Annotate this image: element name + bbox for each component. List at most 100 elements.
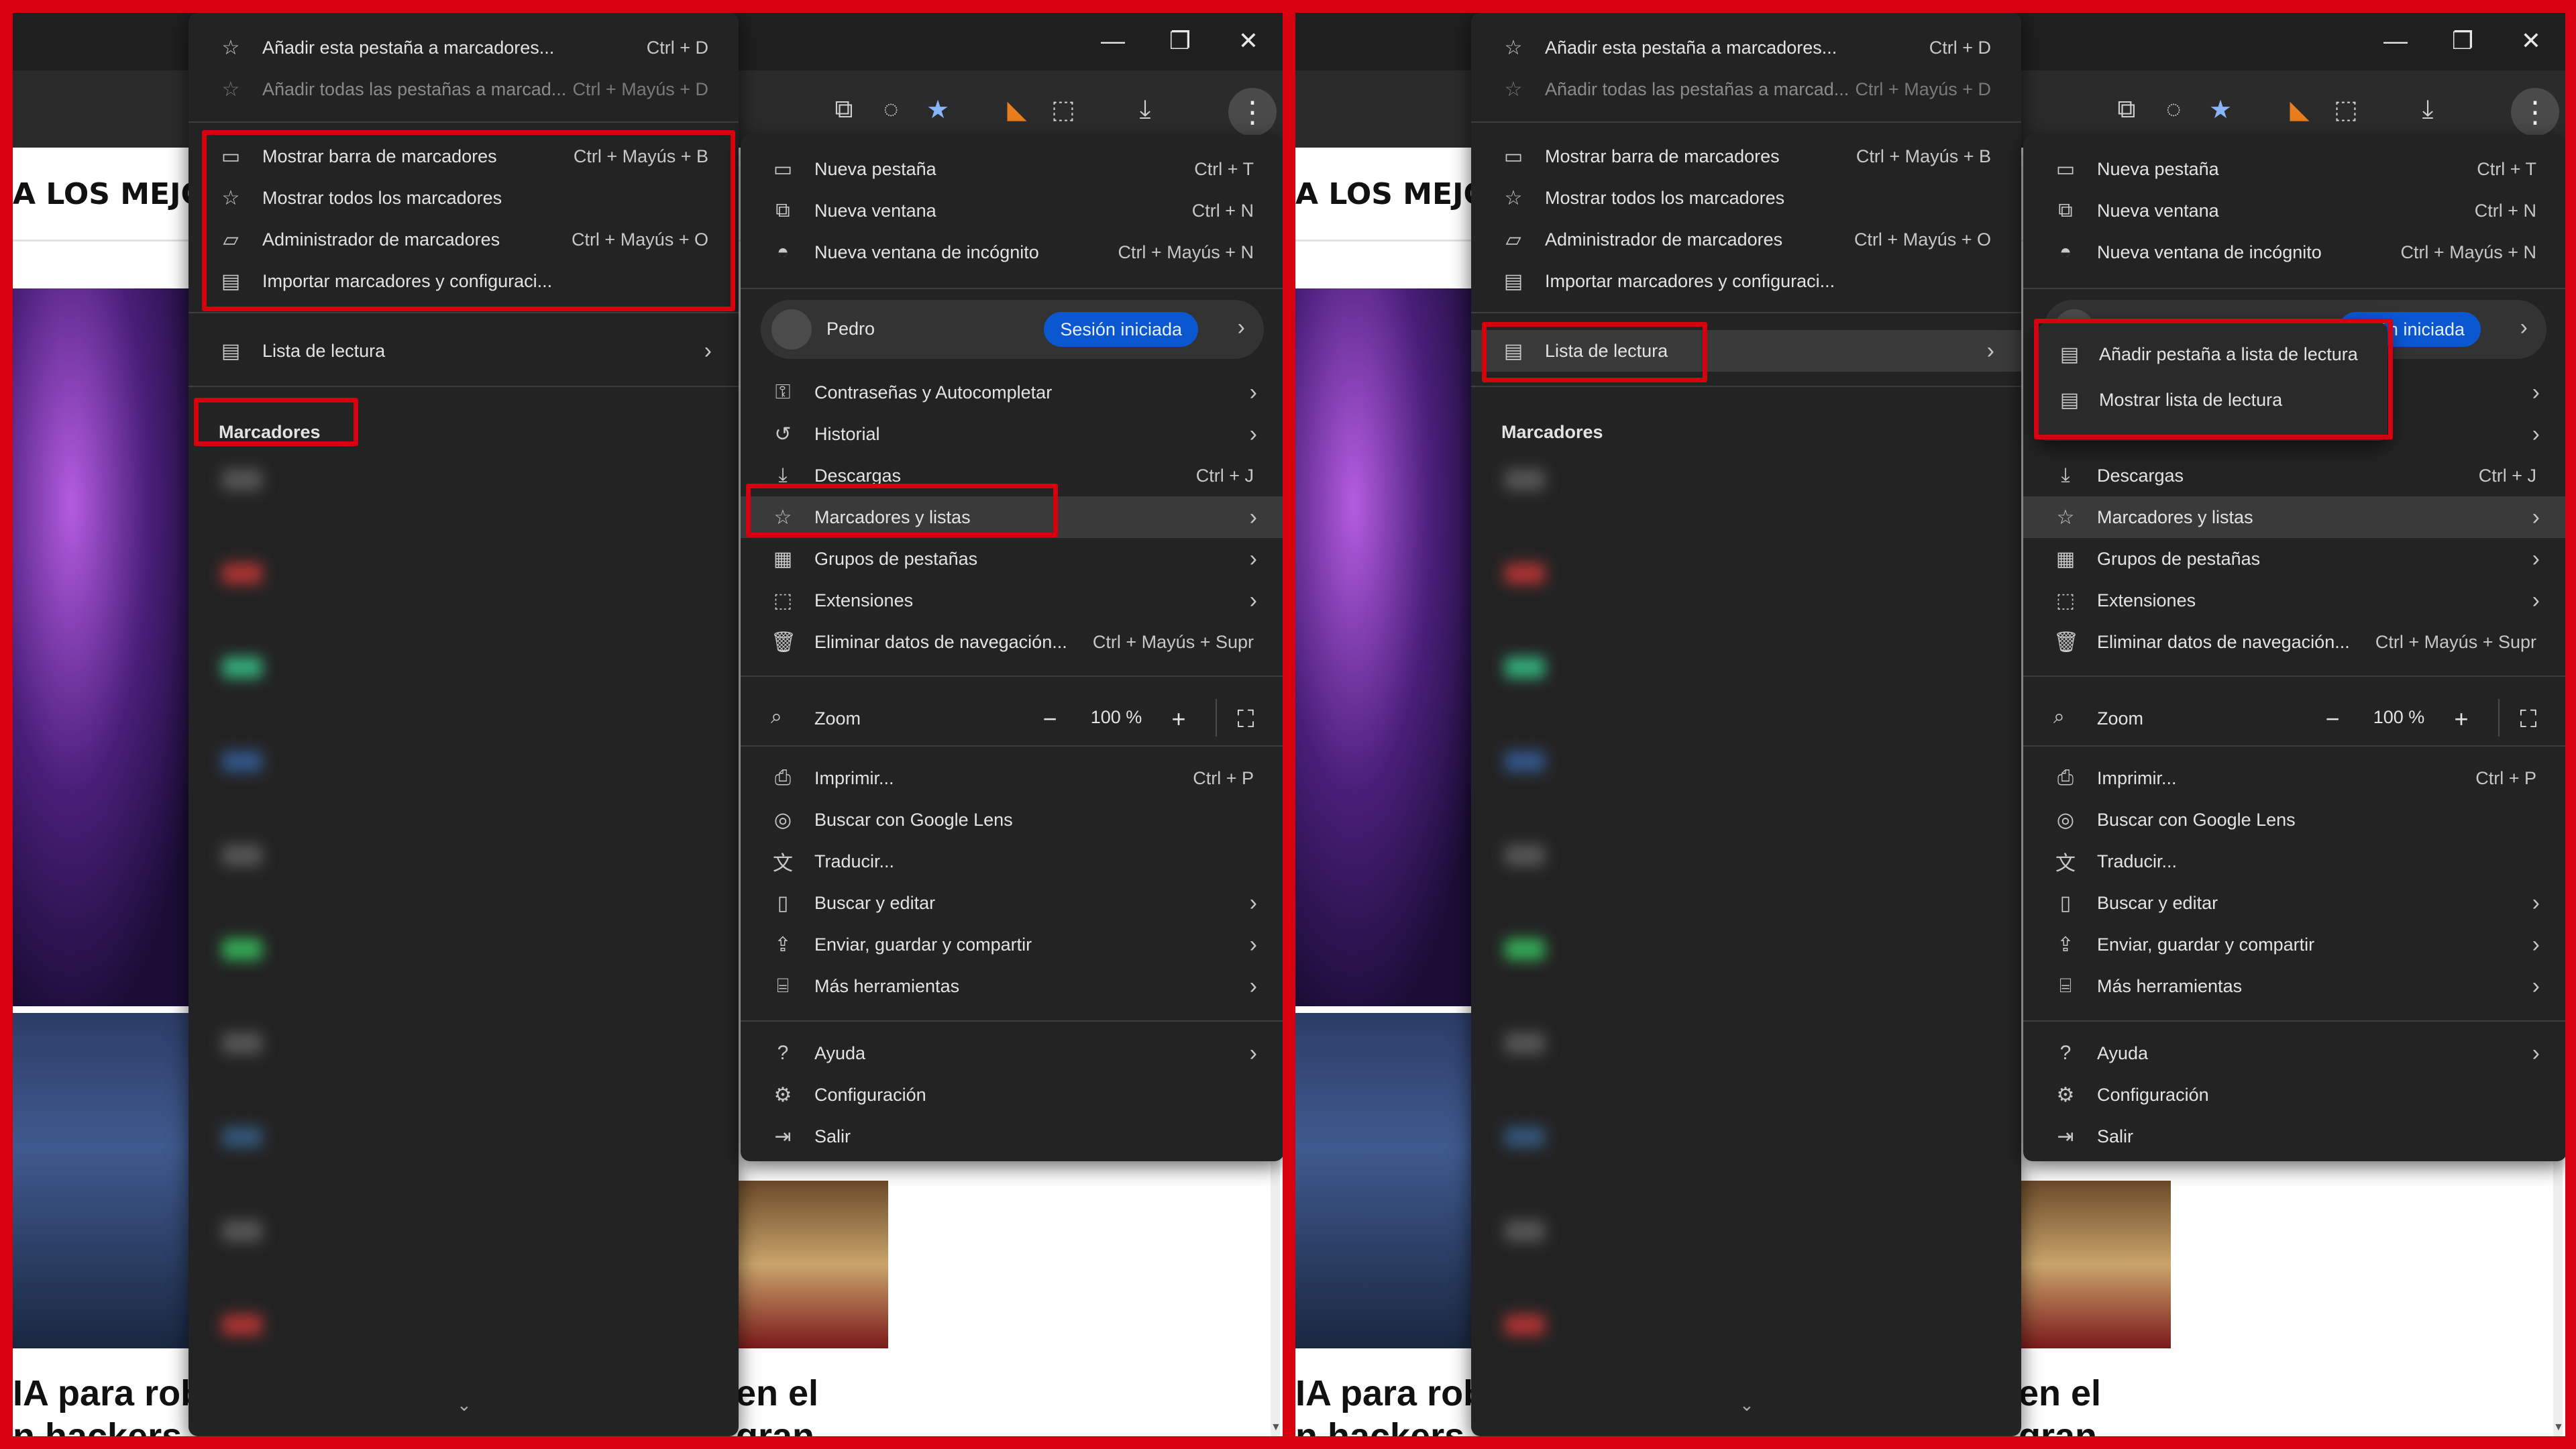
news-title-right-line2[interactable]: gran [736, 1415, 818, 1436]
menu-item-label: Configuración [2097, 1084, 2209, 1105]
menu-item-incognito[interactable]: ◓ Nueva ventana de incógnito Ctrl + Mayús … [741, 231, 1283, 273]
menu-item-passwords[interactable]: ⚿ Contraseñas y Autocompletar › [741, 372, 1283, 413]
bookmark-star-icon[interactable]: ★ [2203, 92, 2238, 127]
menu-item-add-to-reading-list[interactable]: ▤ Añadir pestaña a lista de lectura [2039, 333, 2387, 375]
chevron-right-icon: › [1249, 1040, 1257, 1066]
menu-item-settings[interactable]: ⚙ Configuración [2023, 1074, 2565, 1116]
fullscreen-icon[interactable]: ⛶ [2510, 700, 2547, 738]
menu-item-bookmark-manager[interactable]: ▱ Administrador de marcadores Ctrl + Mayús… [189, 219, 739, 260]
menu-item-label: Añadir pestaña a lista de lectura [2099, 343, 2358, 364]
menu-item-extensions[interactable]: ⬚ Extensiones › [741, 580, 1283, 621]
news-title-left-line2[interactable]: n hackers [13, 1415, 203, 1436]
menu-item-reading-list[interactable]: ▤ Lista de lectura › [1471, 330, 2021, 372]
chevron-right-icon: › [2532, 890, 2540, 916]
install-app-icon[interactable]: ⧉ [826, 92, 861, 127]
menu-item-show-bookmarks-bar[interactable]: ▭ Mostrar barra de marcadores Ctrl + Mayús… [189, 136, 739, 177]
menu-item-reading-list[interactable]: ▤ Lista de lectura › [189, 330, 739, 372]
menu-item-print[interactable]: ⎙ Imprimir... Ctrl + P [741, 757, 1283, 799]
menu-kebab-icon[interactable]: ⋮ [1228, 88, 1277, 136]
menu-item-help[interactable]: ? Ayuda › [2023, 1032, 2565, 1074]
menu-item-show-reading-list[interactable]: ▤ Mostrar lista de lectura [2039, 379, 2387, 421]
chevron-down-icon[interactable]: ⌄ [457, 1395, 472, 1415]
zoom-in-button[interactable]: + [2443, 700, 2480, 738]
toolbox-icon: ⌸ [777, 975, 789, 997]
chevron-down-icon[interactable]: ⌄ [1739, 1395, 1754, 1415]
news-title-left-line1[interactable]: IA para rob [1295, 1372, 1485, 1415]
news-title-right-line1[interactable]: en el [2019, 1372, 2101, 1415]
menu-item-shortcut: Ctrl + P [1193, 767, 1254, 788]
profile-row[interactable]: Pedro Sesión iniciada › [761, 300, 1264, 359]
menu-item-new-window[interactable]: ⧉ Nueva ventana Ctrl + N [741, 190, 1283, 231]
menu-item-add-bookmark[interactable]: ☆ Añadir esta pestaña a marcadores... Ctrl… [1471, 27, 2021, 68]
extensions-puzzle-icon[interactable]: ⬚ [1046, 92, 1081, 127]
zoom-out-button[interactable]: − [1031, 700, 1069, 738]
menu-item-translate[interactable]: 文 Traducir... [741, 841, 1283, 882]
fullscreen-icon[interactable]: ⛶ [1227, 700, 1265, 738]
minimize-icon[interactable]: — [1094, 22, 1132, 60]
menu-item-clear-data[interactable]: 🗑 Eliminar datos de navegación... Ctrl + M… [2023, 621, 2565, 663]
menu-separator [189, 312, 739, 313]
menu-item-find-edit[interactable]: ▯ Buscar y editar › [2023, 882, 2565, 924]
menu-item-show-bookmarks-bar[interactable]: ▭ Mostrar barra de marcadores Ctrl + Mayús… [1471, 136, 2021, 177]
eye-off-icon[interactable]: ◌ [2156, 92, 2191, 127]
menu-item-show-all-bookmarks[interactable]: ☆ Mostrar todos los marcadores [1471, 177, 2021, 219]
menu-kebab-icon[interactable]: ⋮ [2511, 88, 2559, 136]
menu-item-tab-groups[interactable]: ▦ Grupos de pestañas › [741, 538, 1283, 580]
menu-item-new-tab[interactable]: ▭ Nueva pestaña Ctrl + T [2023, 148, 2565, 190]
download-icon[interactable]: ⤓ [1128, 92, 1163, 127]
menu-item-import-bookmarks[interactable]: ▤ Importar marcadores y configuraci... [1471, 260, 2021, 302]
download-icon[interactable]: ⤓ [2410, 92, 2445, 127]
chevron-right-icon: › [2532, 504, 2540, 530]
menu-item-downloads[interactable]: ⤓ Descargas Ctrl + J [2023, 455, 2565, 496]
menu-item-find-edit[interactable]: ▯ Buscar y editar › [741, 882, 1283, 924]
extension-brand-icon[interactable]: ◣ [1000, 92, 1034, 127]
close-icon[interactable]: ✕ [1230, 22, 1267, 60]
install-app-icon[interactable]: ⧉ [2109, 92, 2144, 127]
menu-item-google-lens[interactable]: ◎ Buscar con Google Lens [741, 799, 1283, 841]
news-title-right-line1[interactable]: en el [736, 1372, 818, 1415]
menu-item-extensions[interactable]: ⬚ Extensiones › [2023, 580, 2565, 621]
incognito-icon: ◓ [776, 241, 790, 263]
restore-icon[interactable]: ❐ [1161, 22, 1199, 60]
menu-item-new-tab[interactable]: ▭ Nueva pestaña Ctrl + T [741, 148, 1283, 190]
menu-item-clear-data[interactable]: 🗑 Eliminar datos de navegación... Ctrl + M… [741, 621, 1283, 663]
extensions-puzzle-icon[interactable]: ⬚ [2328, 92, 2363, 127]
menu-item-share[interactable]: ⇪ Enviar, guardar y compartir › [741, 924, 1283, 965]
menu-item-label: Mostrar todos los marcadores [1545, 187, 1785, 208]
menu-item-bookmarks-lists[interactable]: ☆ Marcadores y listas › [741, 496, 1283, 538]
menu-item-translate[interactable]: 文 Traducir... [2023, 841, 2565, 882]
menu-item-incognito[interactable]: ◓ Nueva ventana de incógnito Ctrl + Mayús … [2023, 231, 2565, 273]
menu-item-new-window[interactable]: ⧉ Nueva ventana Ctrl + N [2023, 190, 2565, 231]
eye-off-icon[interactable]: ◌ [873, 92, 908, 127]
scroll-down-icon[interactable]: ▼ [1271, 1421, 1281, 1434]
minimize-icon[interactable]: — [2377, 22, 2414, 60]
new-window-icon: ⧉ [2058, 199, 2073, 221]
zoom-out-button[interactable]: − [2314, 700, 2351, 738]
menu-item-more-tools[interactable]: ⌸ Más herramientas › [2023, 965, 2565, 1007]
bookmark-star-icon[interactable]: ★ [920, 92, 955, 127]
menu-item-exit[interactable]: ⇥ Salir [741, 1116, 1283, 1157]
menu-item-show-all-bookmarks[interactable]: ☆ Mostrar todos los marcadores [189, 177, 739, 219]
close-icon[interactable]: ✕ [2512, 22, 2550, 60]
extension-brand-icon[interactable]: ◣ [2282, 92, 2317, 127]
scroll-down-icon[interactable]: ▼ [2553, 1421, 2564, 1434]
menu-item-help[interactable]: ? Ayuda › [741, 1032, 1283, 1074]
menu-item-add-bookmark[interactable]: ☆ Añadir esta pestaña a marcadores... Ctrl… [189, 27, 739, 68]
menu-item-tab-groups[interactable]: ▦ Grupos de pestañas › [2023, 538, 2565, 580]
menu-item-more-tools[interactable]: ⌸ Más herramientas › [741, 965, 1283, 1007]
menu-item-exit[interactable]: ⇥ Salir [2023, 1116, 2565, 1157]
news-title-left-line2[interactable]: n hackers [1295, 1415, 1485, 1436]
menu-item-print[interactable]: ⎙ Imprimir... Ctrl + P [2023, 757, 2565, 799]
menu-item-import-bookmarks[interactable]: ▤ Importar marcadores y configuraci... [189, 260, 739, 302]
zoom-in-button[interactable]: + [1160, 700, 1197, 738]
menu-item-downloads[interactable]: ⤓ Descargas Ctrl + J [741, 455, 1283, 496]
menu-item-history[interactable]: ↺ Historial › [741, 413, 1283, 455]
menu-item-share[interactable]: ⇪ Enviar, guardar y compartir › [2023, 924, 2565, 965]
restore-icon[interactable]: ❐ [2444, 22, 2481, 60]
news-title-right-line2[interactable]: gran [2019, 1415, 2101, 1436]
news-title-left-line1[interactable]: IA para rob [13, 1372, 203, 1415]
menu-item-bookmark-manager[interactable]: ▱ Administrador de marcadores Ctrl + Mayús… [1471, 219, 2021, 260]
menu-item-settings[interactable]: ⚙ Configuración [741, 1074, 1283, 1116]
menu-item-bookmarks-lists[interactable]: ☆ Marcadores y listas › [2023, 496, 2565, 538]
menu-item-google-lens[interactable]: ◎ Buscar con Google Lens [2023, 799, 2565, 841]
